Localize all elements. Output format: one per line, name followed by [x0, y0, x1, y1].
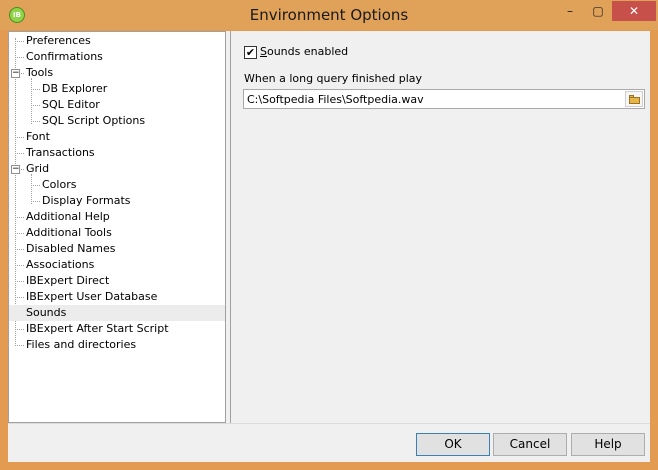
tree-collapse-icon[interactable]: − — [11, 69, 20, 78]
close-button[interactable]: ✕ — [612, 1, 656, 21]
tree-item-label: Additional Help — [26, 210, 110, 223]
tree-branch-line — [15, 233, 24, 234]
cancel-button[interactable]: Cancel — [493, 433, 567, 456]
tree-item-label: Sounds — [26, 306, 67, 319]
tree-item-label: DB Explorer — [42, 82, 108, 95]
button-bar: OK Cancel Help — [8, 423, 650, 462]
tree-branch-line — [15, 249, 24, 250]
tree-root-line — [15, 38, 16, 344]
minimize-button[interactable]: – — [556, 1, 584, 21]
tree-branch-line — [15, 265, 24, 266]
tree-collapse-icon[interactable]: − — [11, 165, 20, 174]
help-button[interactable]: Help — [571, 433, 645, 456]
dialog-client: Preferences Confirmations Tools − DB Explore… — [8, 31, 650, 462]
tree-branch-line — [15, 297, 24, 298]
sound-file-input[interactable]: C:\Softpedia Files\Softpedia.wav — [243, 89, 645, 109]
tree-tools-children-line — [31, 78, 32, 124]
tree-branch-line — [15, 57, 24, 58]
tree-item-label: Additional Tools — [26, 226, 112, 239]
tree-item-label: SQL Editor — [42, 98, 100, 111]
tree-branch-line — [31, 185, 40, 186]
title-bar[interactable]: IB Environment Options – ▢ ✕ — [0, 0, 658, 30]
folder-open-icon — [629, 97, 640, 104]
ok-button[interactable]: OK — [416, 433, 490, 456]
options-tree[interactable]: Preferences Confirmations Tools − DB Explore… — [8, 31, 226, 423]
browse-button[interactable] — [625, 91, 643, 107]
tree-item-label: IBExpert After Start Script — [26, 322, 169, 335]
tree-item-label: Files and directories — [26, 338, 137, 351]
tree-item-label: Disabled Names — [26, 242, 116, 255]
tree-branch-line — [15, 153, 24, 154]
sounds-enabled-checkbox[interactable]: ✔ — [244, 46, 257, 59]
tree-item-label: Tools — [26, 66, 54, 79]
tree-item-label: Preferences — [26, 34, 91, 47]
tree-branch-line — [15, 137, 24, 138]
tree-item-label: SQL Script Options — [42, 114, 146, 127]
tree-branch-line — [31, 121, 40, 122]
tree-branch-line — [15, 329, 24, 330]
environment-options-window: IB Environment Options – ▢ ✕ Preferences… — [0, 0, 658, 470]
tree-branch-line — [15, 281, 24, 282]
tree-item-label: Associations — [26, 258, 95, 271]
maximize-button[interactable]: ▢ — [584, 1, 612, 21]
sound-file-path: C:\Softpedia Files\Softpedia.wav — [247, 93, 424, 106]
tree-branch-line — [15, 345, 24, 346]
sounds-enabled-label-text: ounds enabled — [266, 45, 349, 58]
tree-grid-children-line — [31, 174, 32, 204]
tree-item-label: Font — [26, 130, 50, 143]
tree-branch-line — [31, 89, 40, 90]
tree-item-label: Transactions — [26, 146, 95, 159]
tree-branch-line — [15, 217, 24, 218]
tree-item-label: Confirmations — [26, 50, 103, 63]
sounds-panel: ✔ Sounds enabled When a long query finis… — [230, 31, 650, 423]
tree-item[interactable]: Sounds — [9, 305, 225, 321]
sounds-enabled-accel: S — [260, 45, 267, 58]
play-sound-label: When a long query finished play — [244, 72, 423, 85]
tree-item-label: IBExpert User Database — [26, 290, 158, 303]
tree-branch-line — [31, 201, 40, 202]
tree-branch-line — [31, 105, 40, 106]
tree-item-label: Colors — [42, 178, 77, 191]
tree-branch-line — [15, 41, 24, 42]
sounds-enabled-label[interactable]: Sounds enabled — [260, 45, 348, 58]
tree-item-label: Display Formats — [42, 194, 131, 207]
tree-item-label: IBExpert Direct — [26, 274, 110, 287]
tree-item-label: Grid — [26, 162, 50, 175]
